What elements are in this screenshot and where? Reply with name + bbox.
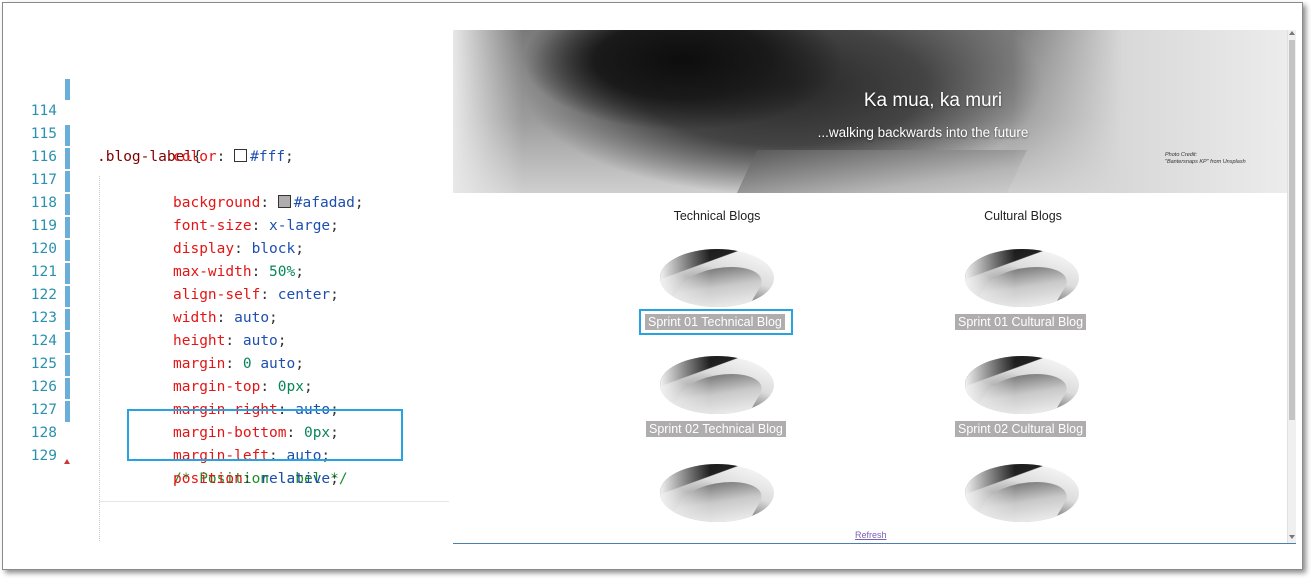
change-marker xyxy=(65,263,70,284)
blog-label-sprint01-cultural[interactable]: Sprint 01 Cultural Blog xyxy=(955,314,1087,330)
blog-thumbnail-image[interactable] xyxy=(965,464,1079,522)
change-marker xyxy=(65,355,70,376)
hero-banner: Ka mua, ka muri ...walking backwards int… xyxy=(453,30,1287,193)
css-value: relative xyxy=(260,471,331,487)
code-line[interactable]: 122 height: auto; xyxy=(3,261,453,349)
change-marker xyxy=(65,286,70,307)
change-marker xyxy=(65,401,70,422)
change-marker xyxy=(65,309,70,330)
road-image-detail xyxy=(729,150,1027,193)
code-line[interactable]: 120 align-self: center; xyxy=(3,215,453,303)
change-marker xyxy=(65,148,70,169)
change-marker xyxy=(65,79,70,100)
blog-thumbnail-image[interactable] xyxy=(660,356,774,414)
blog-thumbnail-image[interactable] xyxy=(660,464,774,522)
code-line[interactable]: 117 font-size: x-large; xyxy=(3,146,453,234)
code-line[interactable]: 116 background: #afadad; xyxy=(3,123,453,211)
code-line[interactable]: 121 width: auto; xyxy=(3,238,453,326)
code-line[interactable]: 125 margin-right: auto; xyxy=(3,330,453,418)
vertical-scrollbar[interactable] xyxy=(1287,30,1296,543)
technical-blogs-heading: Technical Blogs xyxy=(673,209,761,223)
warning-marker-icon xyxy=(64,459,70,464)
cultural-blogs-heading: Cultural Blogs xyxy=(984,209,1062,223)
photo-credit-label: Photo Credit: xyxy=(1165,152,1198,158)
scrollbar-thumb[interactable] xyxy=(1289,40,1295,420)
change-marker xyxy=(65,194,70,215)
change-marker xyxy=(65,217,70,238)
blog-thumbnail-image[interactable] xyxy=(660,249,774,307)
code-line[interactable]: 124 margin-top: 0px; xyxy=(3,307,453,395)
current-line-highlight xyxy=(99,501,449,502)
change-marker xyxy=(65,240,70,261)
hero-subtitle: ...walking backwards into the future xyxy=(817,125,1029,140)
code-line[interactable]: 118 display: block; xyxy=(3,169,453,257)
blog-thumbnail-image[interactable] xyxy=(965,249,1079,307)
hero-title: Ka mua, ka muri xyxy=(863,90,1003,111)
change-marker xyxy=(65,378,70,399)
scroll-down-arrow-icon[interactable] xyxy=(1289,535,1295,539)
code-line[interactable]: 127 margin-left: auto; xyxy=(3,376,453,464)
code-editor[interactable]: 114 .blog-label{ 115 color: #fff; 116 ba… xyxy=(3,77,453,541)
line-number: 129 xyxy=(30,448,57,464)
annotation-highlight-box xyxy=(127,409,403,461)
blog-label-sprint02-cultural[interactable]: Sprint 02 Cultural Blog xyxy=(955,421,1087,437)
code-line[interactable]: 123 margin: 0 auto; xyxy=(3,284,453,372)
css-property: position xyxy=(173,471,243,487)
blog-thumbnail-image[interactable] xyxy=(965,356,1079,414)
screenshot-frame: 114 .blog-label{ 115 color: #fff; 116 ba… xyxy=(2,2,1303,570)
code-line[interactable]: 114 .blog-label{ xyxy=(3,77,453,165)
scroll-up-arrow-icon[interactable] xyxy=(1289,31,1295,35)
code-line[interactable]: 119 max-width: 50%; xyxy=(3,192,453,280)
code-line[interactable]: 126 margin-bottom: 0px; xyxy=(3,353,453,441)
browser-preview[interactable]: Ka mua, ka muri ...walking backwards int… xyxy=(453,30,1296,544)
blog-label-sprint01-technical[interactable]: Sprint 01 Technical Blog xyxy=(645,314,785,330)
blog-label-sprint02-technical[interactable]: Sprint 02 Technical Blog xyxy=(646,421,786,437)
change-marker xyxy=(65,332,70,353)
photo-credit: Photo Credit: "Bantersnaps KP" from Unsp… xyxy=(1165,152,1246,166)
change-marker xyxy=(65,125,70,146)
refresh-link[interactable]: Refresh xyxy=(855,530,887,540)
code-line[interactable]: 115 color: #fff; xyxy=(3,100,453,165)
change-marker xyxy=(65,171,70,192)
photo-credit-source: "Bantersnaps KP" from Unsplash xyxy=(1165,159,1246,165)
